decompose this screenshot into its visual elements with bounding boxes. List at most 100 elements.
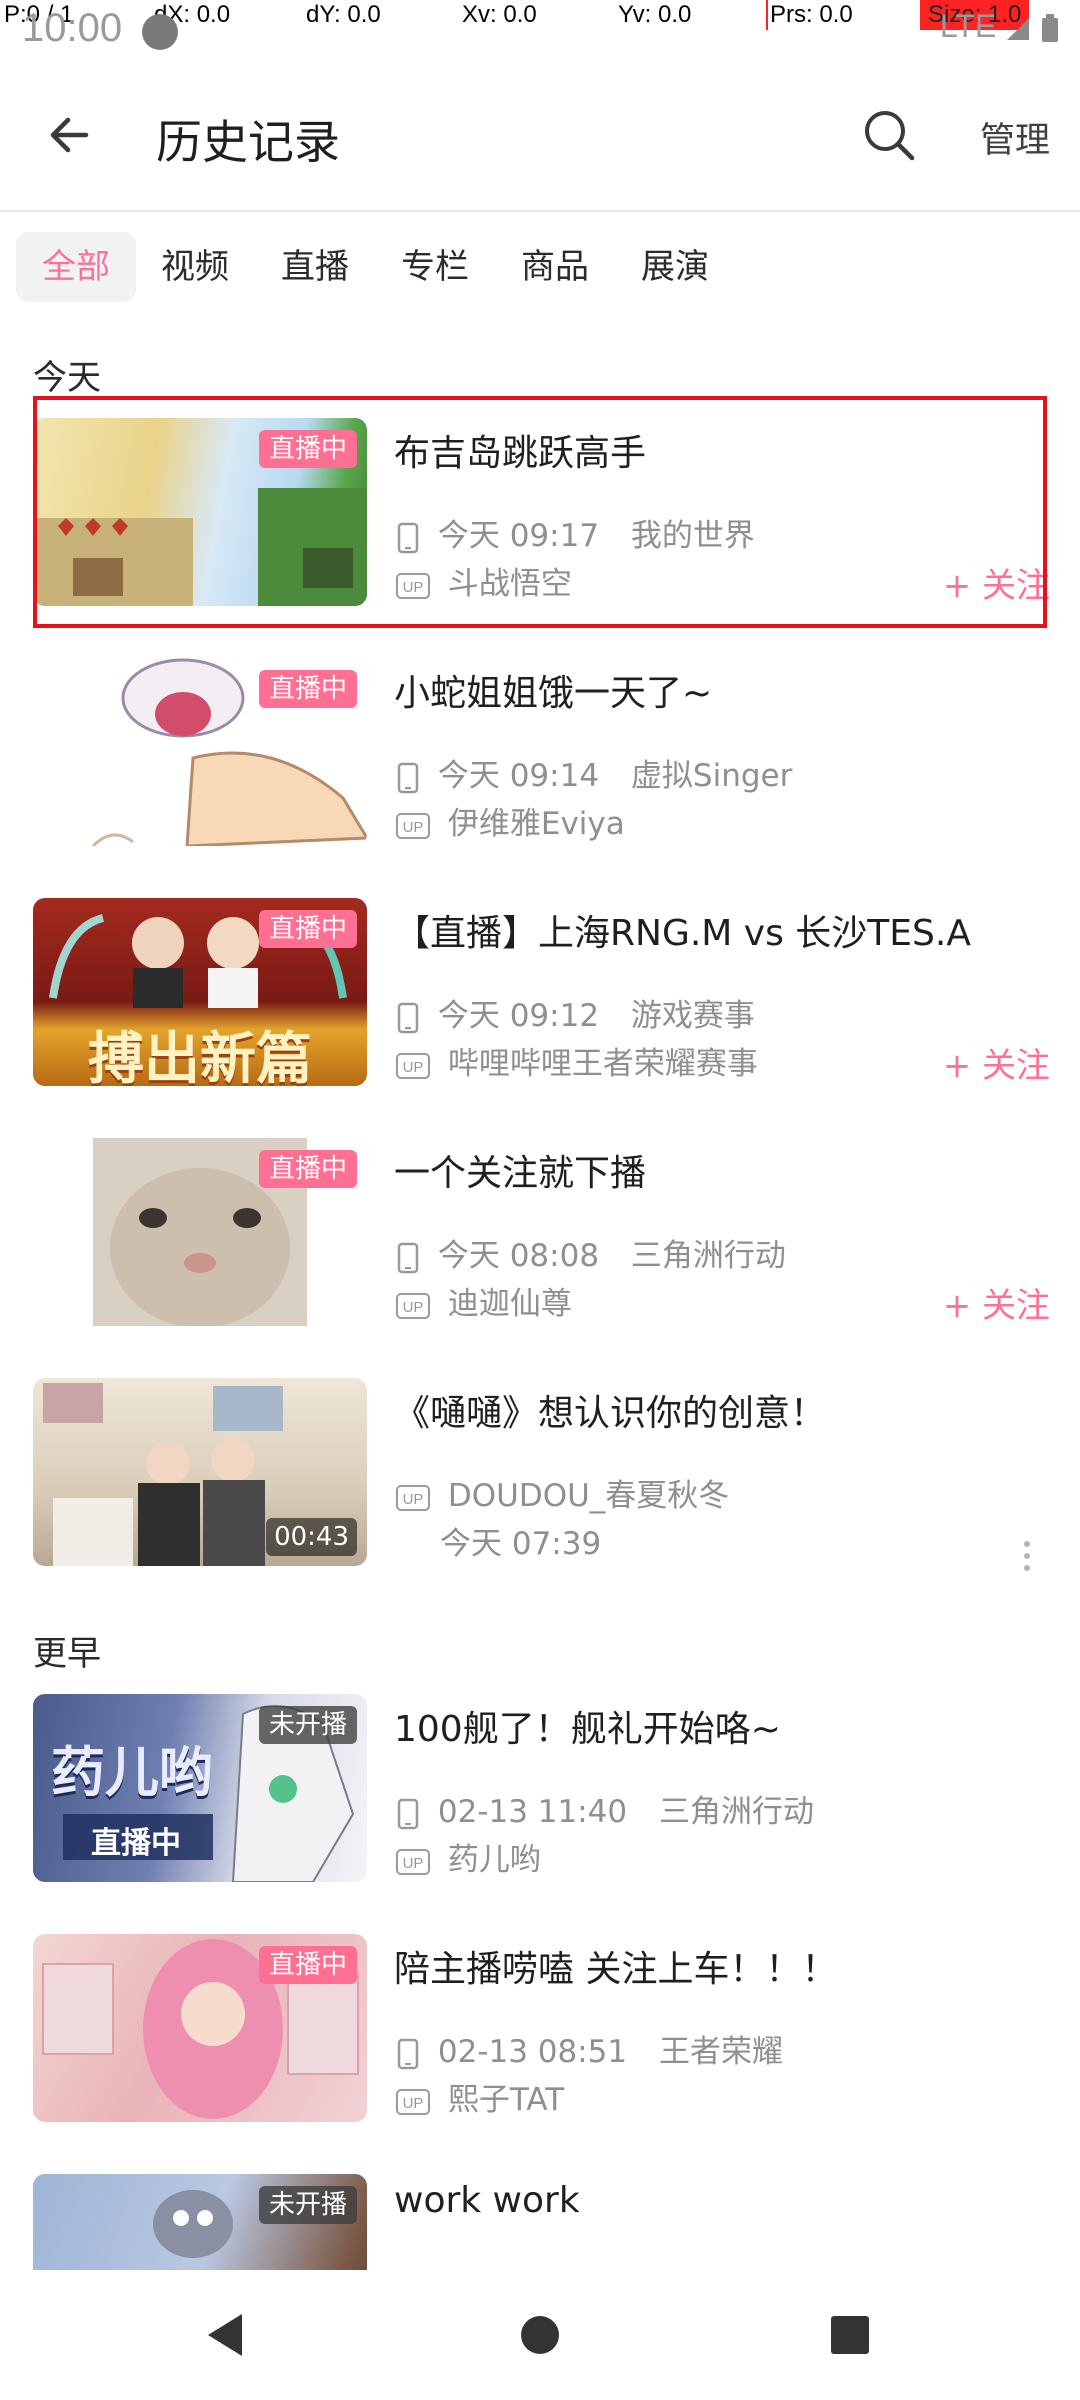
meta-row-up: UP 斗战悟空 [396, 564, 572, 604]
status-badge: 直播中 [258, 1946, 357, 1984]
section-label-today: 今天 [33, 358, 101, 398]
manage-button[interactable]: 管理 [980, 112, 1050, 163]
meta-row-up: UP 熙子TAT [396, 2080, 564, 2120]
tab-column[interactable]: 专栏 [390, 232, 480, 302]
video-duration: 00:43 [266, 1518, 357, 1556]
meta-row-time: 今天 07:39 [440, 1524, 601, 1564]
network-indicator: LTE [940, 8, 1060, 45]
category: 三角洲行动 [630, 1238, 786, 1274]
top-app-bar: 历史记录 管理 [0, 62, 1080, 212]
history-item[interactable]: 直播中 一个关注就下播 今天 08:08 三角洲行动 UP 迪迦仙尊 + 关注 [0, 1138, 1080, 1358]
watch-time: 今天 09:17 [437, 518, 600, 554]
meta-row-time: 02-13 11:40 三角洲行动 [396, 1792, 814, 1832]
up-tag-icon: UP [396, 1052, 430, 1079]
history-item[interactable]: 00:43 《嗵嗵》想认识你的创意！ UP DOUDOU_春夏秋冬 今天 07:… [0, 1378, 1080, 1598]
thumbnail-caption: 搏出新篇 [88, 1027, 312, 1086]
uploader-name: 伊维雅Eviya [447, 806, 625, 842]
back-arrow-icon [50, 117, 89, 153]
uploader-name: 药儿哟 [447, 1842, 541, 1878]
history-item[interactable]: 直播中 小蛇姐姐饿一天了~ 今天 09:14 虚拟Singer UP 伊维雅Ev… [0, 658, 1080, 878]
meta-row-up: UP 哔哩哔哩王者荣耀赛事 [396, 1044, 758, 1084]
uploader-name: 斗战悟空 [447, 566, 572, 602]
follow-button[interactable]: + 关注 [943, 1278, 1050, 1327]
tab-show[interactable]: 展演 [630, 232, 720, 302]
up-tag-icon: UP [396, 2088, 430, 2115]
category: 王者荣耀 [659, 2034, 783, 2070]
search-icon [865, 111, 915, 161]
watch-time: 02-13 08:51 [437, 2034, 628, 2070]
svg-text:UP: UP [403, 819, 424, 836]
nav-back-button[interactable] [190, 2300, 260, 2370]
status-badge: 直播中 [258, 430, 357, 468]
category: 虚拟Singer [630, 758, 793, 794]
tab-goods[interactable]: 商品 [510, 232, 600, 302]
uploader-name: 迪迦仙尊 [447, 1286, 572, 1322]
tab-live[interactable]: 直播 [270, 232, 360, 302]
svg-text:UP: UP [403, 1491, 424, 1508]
meta-row-time: 今天 09:14 虚拟Singer [396, 756, 792, 796]
nav-back-icon [208, 2314, 242, 2356]
meta-row-time: 今天 08:08 三角洲行动 [396, 1236, 786, 1276]
up-tag-icon: UP [396, 572, 430, 599]
status-badge: 直播中 [258, 910, 357, 948]
history-item[interactable]: 直播中 陪主播唠嗑 关注上车！！！ 02-13 08:51 王者荣耀 UP 熙子… [0, 1934, 1080, 2154]
watch-time: 今天 08:08 [437, 1238, 600, 1274]
tab-all[interactable]: 全部 [16, 232, 136, 302]
tab-video[interactable]: 视频 [150, 232, 240, 302]
item-title: 一个关注就下播 [394, 1153, 647, 1194]
thumbnail-caption: 药儿哟 [51, 1741, 213, 1804]
section-label-earlier: 更早 [33, 1634, 101, 1674]
page-title: 历史记录 [156, 115, 340, 169]
watch-time: 今天 09:12 [437, 998, 600, 1034]
thumbnail: 直播中 [33, 1934, 367, 2122]
history-item[interactable]: 药儿哟 直播中 未开播 100舰了！舰礼开始咯~ 02-13 11:40 三角洲… [0, 1694, 1080, 1914]
thumbnail: 直播中 [33, 418, 367, 606]
svg-text:UP: UP [403, 1059, 424, 1076]
more-options-button[interactable] [1022, 1536, 1032, 1576]
meta-row-time: 02-13 08:51 王者荣耀 [396, 2032, 783, 2072]
svg-text:UP: UP [403, 1855, 424, 1872]
status-badge: 未开播 [258, 1706, 357, 1744]
uploader-name: 熙子TAT [447, 2082, 565, 2118]
item-title: 小蛇姐姐饿一天了~ [394, 673, 713, 714]
watch-time: 今天 09:14 [437, 758, 600, 794]
nav-home-icon [521, 2316, 559, 2354]
category: 三角洲行动 [659, 1794, 814, 1830]
svg-text:UP: UP [403, 2095, 424, 2112]
device-phone-icon [397, 1242, 419, 1273]
thumbnail: 未开播 [33, 2174, 367, 2270]
history-item[interactable]: 未开播 work work [0, 2174, 1080, 2270]
category: 我的世界 [630, 518, 755, 554]
status-time: 10:00 [22, 6, 123, 50]
device-phone-icon [397, 762, 419, 793]
search-button[interactable] [856, 102, 922, 168]
status-badge: 未开播 [258, 2186, 357, 2224]
meta-row-up: UP 伊维雅Eviya [396, 804, 625, 844]
item-title: 布吉岛跳跃高手 [394, 433, 647, 474]
system-nav-bar [0, 2270, 1080, 2400]
history-item[interactable]: 直播中 布吉岛跳跃高手 今天 09:17 我的世界 UP 斗战悟空 + 关注 [0, 418, 1080, 638]
watch-time: 今天 07:39 [440, 1526, 602, 1562]
thumbnail: 00:43 [33, 1378, 367, 1566]
svg-text:UP: UP [403, 579, 424, 596]
category: 游戏赛事 [630, 998, 755, 1034]
signal-icon [1007, 17, 1030, 40]
uploader-name: 哔哩哔哩王者荣耀赛事 [447, 1046, 758, 1082]
thumbnail: 直播中 [33, 658, 367, 846]
filter-tabs: 全部 视频 直播 专栏 商品 展演 [0, 228, 1080, 308]
follow-button[interactable]: + 关注 [943, 1038, 1050, 1087]
history-item[interactable]: 搏出新篇 直播中 【直播】上海RNG.M vs 长沙TES.A 今天 09:12… [0, 898, 1080, 1118]
nav-home-button[interactable] [505, 2300, 575, 2370]
device-phone-icon [397, 1798, 419, 1829]
watch-time: 02-13 11:40 [437, 1794, 628, 1830]
status-bar: 10:00 LTE [0, 0, 1080, 62]
item-title: 陪主播唠嗑 关注上车！！！ [394, 1949, 838, 1990]
nav-recents-button[interactable] [815, 2300, 885, 2370]
up-tag-icon: UP [396, 1484, 430, 1511]
meta-row-time: 今天 09:12 游戏赛事 [396, 996, 755, 1036]
item-title: 【直播】上海RNG.M vs 长沙TES.A [394, 913, 971, 954]
back-button[interactable] [40, 102, 106, 168]
thumbnail: 搏出新篇 直播中 [33, 898, 367, 1086]
up-tag-icon: UP [396, 1292, 430, 1319]
follow-button[interactable]: + 关注 [943, 558, 1050, 607]
